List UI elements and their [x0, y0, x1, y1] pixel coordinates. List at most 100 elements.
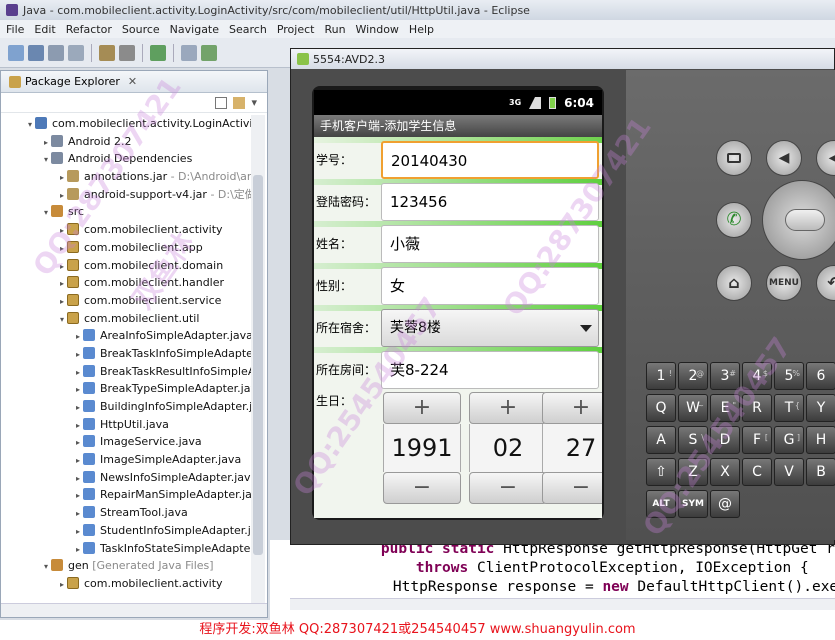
key-w[interactable]: W ~ — [678, 394, 708, 422]
vertical-scrollbar[interactable] — [251, 115, 265, 615]
tree-item[interactable]: ▸ com.mobileclient.handler — [1, 274, 251, 292]
room-input[interactable]: 芙8-224 — [381, 351, 599, 389]
dpad-center[interactable] — [785, 209, 825, 231]
key-y[interactable]: Y — [806, 394, 835, 422]
day-increment-button[interactable]: + — [542, 392, 602, 424]
dorm-spinner[interactable]: 芙蓉8楼 — [381, 309, 599, 347]
android-sdk-icon[interactable] — [201, 44, 217, 61]
horizontal-scrollbar[interactable] — [1, 603, 267, 617]
key-d[interactable]: D — [710, 426, 740, 454]
import-icon[interactable] — [99, 44, 115, 61]
day-value[interactable]: 27 — [542, 424, 602, 472]
tree-item[interactable]: ▸ StreamTool.java — [1, 504, 251, 522]
tree-item[interactable]: ▸ com.mobileclient.activity — [1, 221, 251, 239]
collapsed-arrow-icon[interactable]: ▸ — [57, 258, 67, 276]
key-b[interactable]: B — [806, 458, 835, 486]
tree-item[interactable]: ▸ ImageSimpleAdapter.java — [1, 451, 251, 469]
collapsed-arrow-icon[interactable]: ▸ — [73, 346, 83, 364]
tree-item[interactable]: ▾ gen [Generated Java Files] — [1, 557, 251, 575]
editor-horizontal-scrollbar[interactable] — [290, 598, 835, 610]
key-x[interactable]: X — [710, 458, 740, 486]
menu-button[interactable]: MENU — [766, 265, 802, 301]
expanded-arrow-icon[interactable]: ▾ — [57, 311, 67, 329]
task-icon[interactable] — [150, 44, 166, 61]
key-e[interactable]: E " — [710, 394, 740, 422]
menu-refactor[interactable]: Refactor — [66, 23, 112, 36]
export-icon[interactable] — [119, 44, 135, 61]
key-f[interactable]: F[ — [742, 426, 772, 454]
month-increment-button[interactable]: + — [469, 392, 547, 424]
tree-item[interactable]: ▾ src — [1, 203, 251, 221]
menu-file[interactable]: File — [6, 23, 24, 36]
expanded-arrow-icon[interactable]: ▾ — [41, 558, 51, 576]
key-1[interactable]: 1! — [646, 362, 676, 390]
save-all-icon[interactable] — [48, 44, 64, 61]
tree-item[interactable]: ▸ BuildingInfoSimpleAdapter.ja — [1, 398, 251, 416]
key-h[interactable]: H — [806, 426, 835, 454]
call-button[interactable]: ✆ — [716, 202, 752, 238]
scroll-thumb[interactable] — [253, 175, 263, 555]
key-shift[interactable]: ⇧ — [646, 458, 676, 486]
collapsed-arrow-icon[interactable]: ▸ — [73, 487, 83, 505]
password-input[interactable]: 123456 — [381, 183, 599, 221]
collapsed-arrow-icon[interactable]: ▸ — [57, 576, 67, 594]
collapsed-arrow-icon[interactable]: ▸ — [73, 399, 83, 417]
print-icon[interactable] — [68, 44, 84, 61]
menu-source[interactable]: Source — [122, 23, 160, 36]
tree-item[interactable]: ▸ BreakTypeSimpleAdapter.jav — [1, 380, 251, 398]
collapsed-arrow-icon[interactable]: ▸ — [41, 134, 51, 152]
collapsed-arrow-icon[interactable]: ▸ — [57, 169, 67, 187]
key-q[interactable]: Q — [646, 394, 676, 422]
new-icon[interactable] — [8, 44, 24, 61]
tree-item[interactable]: ▾ Android Dependencies — [1, 150, 251, 168]
collapsed-arrow-icon[interactable]: ▸ — [57, 187, 67, 205]
tree-item[interactable]: ▸ com.mobileclient.domain — [1, 257, 251, 275]
menu-help[interactable]: Help — [409, 23, 434, 36]
tree-item[interactable]: ▸ RepairManSimpleAdapter.jav — [1, 486, 251, 504]
tree-item[interactable]: ▸ com.mobileclient.service — [1, 292, 251, 310]
year-increment-button[interactable]: + — [383, 392, 461, 424]
key-g[interactable]: G] — [774, 426, 804, 454]
expanded-arrow-icon[interactable]: ▾ — [41, 204, 51, 222]
collapse-all-icon[interactable] — [215, 96, 228, 109]
package-explorer-tab[interactable]: Package Explorer ✕ — [1, 71, 267, 93]
collapsed-arrow-icon[interactable]: ▸ — [57, 293, 67, 311]
collapsed-arrow-icon[interactable]: ▸ — [73, 541, 83, 559]
home-button[interactable]: ⌂ — [716, 265, 752, 301]
run-config-icon[interactable] — [181, 44, 197, 61]
key-3[interactable]: 3 # — [710, 362, 740, 390]
year-decrement-button[interactable]: − — [383, 472, 461, 504]
tree-item[interactable]: ▾ com.mobileclient.activity.LoginActivity — [1, 115, 251, 133]
collapsed-arrow-icon[interactable]: ▸ — [73, 328, 83, 346]
key-4[interactable]: 4 $ — [742, 362, 772, 390]
close-icon[interactable]: ✕ — [128, 75, 137, 88]
tree-item[interactable]: ▾ com.mobileclient.util — [1, 310, 251, 328]
tree-item[interactable]: ▸ StudentInfoSimpleAdapter.ja — [1, 522, 251, 540]
key-sym[interactable]: SYM — [678, 490, 708, 518]
collapsed-arrow-icon[interactable]: ▸ — [73, 505, 83, 523]
tree-item[interactable]: ▸ BreakTaskResultInfoSimpleA — [1, 363, 251, 381]
month-decrement-button[interactable]: − — [469, 472, 547, 504]
tree-item[interactable]: ▸ BreakTaskInfoSimpleAdapter — [1, 345, 251, 363]
key-r[interactable]: R — [742, 394, 772, 422]
collapsed-arrow-icon[interactable]: ▸ — [73, 417, 83, 435]
collapsed-arrow-icon[interactable]: ▸ — [57, 275, 67, 293]
key-@[interactable]: @ — [710, 490, 740, 518]
tree-item[interactable]: ▸ NewsInfoSimpleAdapter.java — [1, 469, 251, 487]
collapsed-arrow-icon[interactable]: ▸ — [57, 240, 67, 258]
menu-navigate[interactable]: Navigate — [170, 23, 219, 36]
tree-item[interactable]: ▸ HttpUtil.java — [1, 416, 251, 434]
student-no-input[interactable]: 20140430 — [381, 141, 599, 179]
collapsed-arrow-icon[interactable]: ▸ — [73, 364, 83, 382]
tree-item[interactable]: ▸ com.mobileclient.app — [1, 239, 251, 257]
day-decrement-button[interactable]: − — [542, 472, 602, 504]
view-menu-icon[interactable]: ▾ — [251, 96, 257, 109]
collapsed-arrow-icon[interactable]: ▸ — [73, 381, 83, 399]
key-c[interactable]: C — [742, 458, 772, 486]
menu-search[interactable]: Search — [229, 23, 267, 36]
key-a[interactable]: A — [646, 426, 676, 454]
gender-input[interactable]: 女 — [381, 267, 599, 305]
collapsed-arrow-icon[interactable]: ▸ — [73, 523, 83, 541]
link-with-editor-icon[interactable] — [233, 96, 246, 109]
dpad[interactable] — [762, 180, 835, 260]
